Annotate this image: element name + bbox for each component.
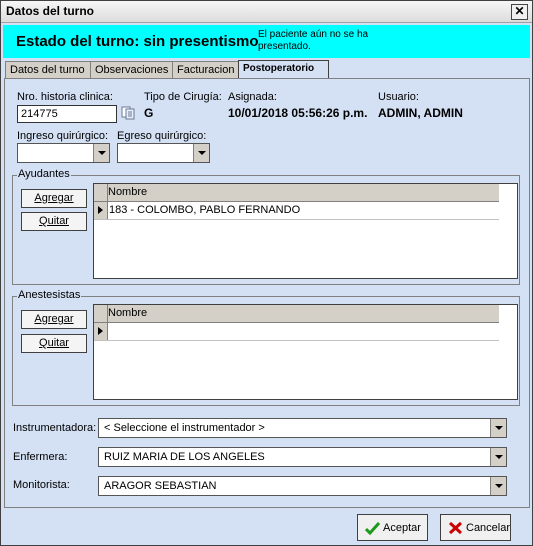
table-row[interactable]	[94, 323, 499, 341]
ingreso-combo[interactable]	[17, 143, 110, 163]
ingreso-label: Ingreso quirúrgico:	[17, 130, 109, 142]
anestesistas-group: Anestesistas Agregar Quitar Nombre	[12, 289, 520, 406]
anestesistas-remove-button[interactable]: Quitar	[21, 334, 87, 353]
ayudantes-add-button[interactable]: Agregar	[21, 189, 87, 208]
enfermera-value: RUIZ MARIA DE LOS ANGELES	[104, 451, 265, 463]
instrumentadora-combo[interactable]: < Seleccione el instrumentador >	[98, 418, 507, 438]
status-banner: Estado del turno: sin presentismo El pac…	[3, 25, 530, 58]
row-indicator-icon	[94, 202, 108, 219]
grid-header: Nombre	[94, 184, 499, 202]
anestesistas-title: Anestesistas	[17, 289, 82, 301]
ayudantes-title: Ayudantes	[17, 168, 71, 180]
tipo-cirugia-label: Tipo de Cirugía:	[144, 91, 222, 103]
enfermera-label: Enfermera:	[13, 451, 68, 463]
asignada-label: Asignada:	[228, 91, 277, 103]
asignada-value: 10/01/2018 05:56:26 p.m.	[228, 106, 368, 120]
cancel-button[interactable]: Cancelar	[440, 514, 511, 541]
status-message: El paciente aún no se ha presentado.	[258, 29, 369, 52]
close-icon: ✕	[514, 4, 525, 18]
monitorista-label: Monitorista:	[13, 479, 70, 491]
postoperatorio-panel: Nro. historia clinica: Tipo de Cirugía: …	[4, 78, 530, 508]
ayudantes-grid[interactable]: Nombre 183 - COLOMBO, PABLO FERNANDO	[93, 183, 518, 279]
chevron-down-icon[interactable]	[93, 144, 109, 162]
chevron-down-icon[interactable]	[490, 448, 506, 466]
instrumentadora-value: < Seleccione el instrumentador >	[104, 422, 265, 434]
ayudantes-group: Ayudantes Agregar Quitar Nombre 183 - CO…	[12, 168, 520, 285]
close-button[interactable]: ✕	[511, 4, 528, 20]
grid-corner	[94, 184, 108, 201]
egreso-label: Egreso quirúrgico:	[117, 130, 207, 142]
cancel-label: Cancelar	[466, 522, 511, 534]
grid-corner	[94, 305, 108, 322]
accept-button[interactable]: Aceptar	[357, 514, 428, 541]
grid-header: Nombre	[94, 305, 499, 323]
anestesistas-add-button[interactable]: Agregar	[21, 310, 87, 329]
column-nombre[interactable]: Nombre	[108, 307, 147, 319]
usuario-label: Usuario:	[378, 91, 419, 103]
column-nombre[interactable]: Nombre	[108, 186, 147, 198]
dialog-window: Datos del turno ✕ Estado del turno: sin …	[0, 0, 533, 546]
tab-facturacion[interactable]: Facturacion	[172, 61, 242, 78]
historia-input[interactable]	[17, 105, 117, 123]
status-title: Estado del turno: sin presentismo	[16, 33, 259, 50]
table-row[interactable]: 183 - COLOMBO, PABLO FERNANDO	[94, 202, 499, 220]
egreso-combo[interactable]	[117, 143, 210, 163]
window-title: Datos del turno	[6, 4, 95, 18]
title-bar[interactable]: Datos del turno ✕	[1, 1, 532, 23]
anestesistas-grid[interactable]: Nombre	[93, 304, 518, 400]
historia-label: Nro. historia clinica:	[17, 91, 113, 103]
ayudantes-remove-button[interactable]: Quitar	[21, 212, 87, 231]
checkmark-icon	[365, 521, 380, 535]
enfermera-combo[interactable]: RUIZ MARIA DE LOS ANGELES	[98, 447, 507, 467]
cancel-x-icon	[448, 521, 463, 535]
instrumentadora-label: Instrumentadora:	[13, 422, 97, 434]
tab-datos-del-turno[interactable]: Datos del turno	[5, 61, 91, 78]
row-indicator-icon	[94, 323, 108, 340]
tab-postoperatorio[interactable]: Postoperatorio	[238, 60, 329, 79]
accept-label: Aceptar	[383, 522, 421, 534]
tab-observaciones[interactable]: Observaciones	[90, 61, 173, 78]
table-cell: 183 - COLOMBO, PABLO FERNANDO	[109, 204, 301, 216]
copy-icon[interactable]	[121, 106, 135, 120]
usuario-value: ADMIN, ADMIN	[378, 106, 463, 120]
chevron-down-icon[interactable]	[490, 477, 506, 495]
chevron-down-icon[interactable]	[193, 144, 209, 162]
monitorista-combo[interactable]: ARAGOR SEBASTIAN	[98, 476, 507, 496]
tipo-cirugia-value: G	[144, 106, 154, 120]
chevron-down-icon[interactable]	[490, 419, 506, 437]
monitorista-value: ARAGOR SEBASTIAN	[104, 480, 217, 492]
